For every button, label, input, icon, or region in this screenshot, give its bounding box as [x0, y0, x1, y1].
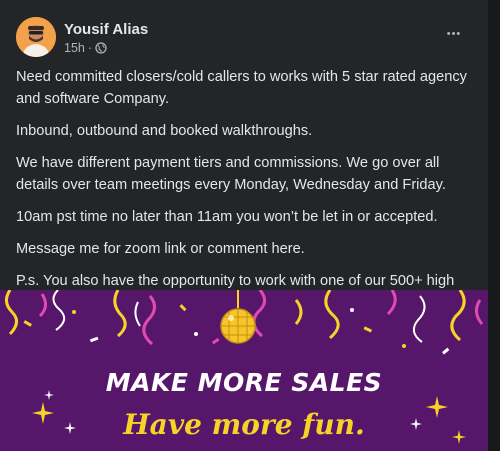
post-paragraph: We have different payment tiers and comm…	[16, 155, 446, 193]
image-headline: MAKE MORE SALES	[105, 368, 383, 397]
post-header: Yousif Alias 15h · •••	[16, 14, 472, 58]
meta-separator: ·	[87, 41, 93, 55]
avatar[interactable]	[16, 17, 56, 57]
post-card: Yousif Alias 15h · ••• Need committed cl…	[0, 0, 488, 451]
post-image[interactable]: MAKE MORE SALES Have more fun.	[0, 290, 488, 451]
disco-ball-icon	[220, 308, 256, 344]
post-paragraph: Inbound, outbound and booked walkthrough…	[16, 123, 313, 139]
more-horizontal-icon: •••	[446, 28, 462, 40]
globe-icon[interactable]	[95, 42, 107, 54]
author-name[interactable]: Yousif Alias	[64, 21, 148, 38]
image-subheadline: Have more fun.	[123, 408, 365, 441]
post-paragraph: Need committed closers/cold callers to w…	[16, 69, 467, 107]
post-paragraph: 10am pst time no later than 11am you won…	[16, 209, 438, 225]
timestamp[interactable]: 15h	[64, 41, 85, 55]
scrollbar-track[interactable]	[488, 0, 500, 451]
more-options-button[interactable]: •••	[436, 20, 472, 48]
post-body: Need committed closers/cold callers to w…	[16, 66, 476, 324]
post-paragraph: Message me for zoom link or comment here…	[16, 241, 305, 257]
post-meta: 15h ·	[64, 41, 107, 55]
